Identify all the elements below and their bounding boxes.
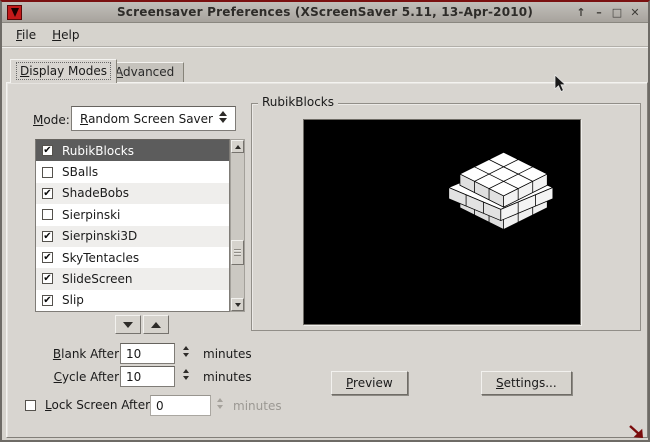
saver-list-scrollbar[interactable] (230, 139, 245, 312)
cycle-after-label: Cycle After (9, 370, 119, 384)
saver-list-item[interactable]: ✔ Slip (36, 290, 229, 311)
saver-name: ShadeBobs (62, 186, 129, 200)
saver-list-item[interactable]: Sierpinski (36, 204, 229, 225)
saver-checkbox[interactable]: ✔ (42, 188, 53, 199)
rubik-blocks-cube-graphic (442, 146, 554, 238)
saver-checkbox[interactable]: ✔ (42, 252, 53, 263)
saver-checkbox[interactable] (42, 167, 53, 178)
scroll-down-button[interactable] (231, 298, 244, 311)
lock-screen-checkbox[interactable] (25, 400, 36, 411)
blank-after-input[interactable]: 10 (120, 343, 175, 364)
saver-name: SkyTentacles (62, 251, 139, 265)
arrow-up-icon (235, 145, 241, 149)
display-modes-panel: Mode: Random Screen Saver ✔ RubikBlocks SB… (6, 82, 648, 438)
menu-help[interactable]: Help (44, 26, 87, 44)
saver-name: RubikBlocks (62, 144, 134, 158)
menu-file[interactable]: File (8, 26, 44, 44)
window-controls: ↑ – □ ✕ (572, 2, 644, 23)
mode-select[interactable]: Random Screen Saver (71, 106, 236, 131)
shade-window-button[interactable]: ↑ (572, 4, 590, 21)
saver-name: SlideScreen (62, 272, 133, 286)
saver-checkbox[interactable]: ✔ (42, 295, 53, 306)
preview-frame-title: RubikBlocks (258, 95, 338, 109)
minimize-window-button[interactable]: – (590, 4, 608, 21)
mode-label: Mode: (33, 113, 70, 127)
saver-list-item[interactable]: ✔ RubikBlocks (36, 140, 229, 161)
screensaver-preferences-window: Screensaver Preferences (XScreenSaver 5.… (0, 0, 650, 442)
mouse-cursor-icon (554, 74, 567, 93)
preview-frame: RubikBlocks (251, 103, 641, 331)
titlebar[interactable]: Screensaver Preferences (XScreenSaver 5.… (2, 2, 648, 23)
close-window-button[interactable]: ✕ (626, 4, 644, 21)
lock-after-spinner[interactable] (217, 398, 223, 409)
settings-button[interactable]: Settings... (481, 371, 572, 395)
saver-name: Slip (62, 293, 84, 307)
saver-list-item[interactable]: SBalls (36, 161, 229, 182)
move-item-up-button[interactable] (143, 315, 169, 334)
resize-grip-icon[interactable] (628, 424, 646, 440)
combo-arrows-icon (219, 111, 227, 123)
cycle-after-unit: minutes (203, 370, 252, 384)
menubar: File Help (2, 24, 648, 45)
tab-display-modes[interactable]: Display Modes (10, 59, 117, 83)
saver-list-item[interactable]: ✔ SkyTentacles (36, 247, 229, 268)
blank-after-label: Blank After (9, 347, 119, 361)
cycle-after-spinner[interactable] (183, 369, 189, 380)
blank-after-unit: minutes (203, 347, 252, 361)
scroll-up-button[interactable] (231, 140, 244, 153)
saver-checkbox[interactable]: ✔ (42, 145, 53, 156)
menubar-separator (2, 46, 648, 48)
lock-after-input[interactable]: 0 (150, 395, 211, 416)
saver-list-item[interactable]: ✔ SlideScreen (36, 268, 229, 289)
lock-after-unit: minutes (233, 399, 282, 413)
saver-name: SBalls (62, 165, 98, 179)
blank-after-spinner[interactable] (183, 346, 189, 357)
scrollbar-thumb[interactable] (231, 240, 244, 265)
arrow-down-icon (235, 303, 241, 307)
preview-screen (303, 119, 581, 325)
mode-selected-value: Random Screen Saver (80, 112, 213, 126)
arrow-down-icon (123, 322, 133, 328)
saver-name: Sierpinski3D (62, 229, 137, 243)
saver-checkbox[interactable]: ✔ (42, 273, 53, 284)
preview-button[interactable]: Preview (331, 371, 408, 395)
saver-list[interactable]: ✔ RubikBlocks SBalls ✔ ShadeBobs Sierpinski ✔ S… (35, 139, 230, 312)
move-item-down-button[interactable] (115, 315, 141, 334)
saver-checkbox[interactable] (42, 209, 53, 220)
xscreensaver-app-icon[interactable] (7, 5, 22, 20)
saver-list-item[interactable]: ✔ Sierpinski3D (36, 226, 229, 247)
saver-checkbox[interactable]: ✔ (42, 231, 53, 242)
cycle-after-input[interactable]: 10 (120, 366, 175, 387)
arrow-up-icon (151, 322, 161, 328)
maximize-window-button[interactable]: □ (608, 4, 626, 21)
window-title: Screensaver Preferences (XScreenSaver 5.… (2, 5, 648, 19)
lock-screen-label: Lock Screen After (45, 398, 150, 412)
saver-name: Sierpinski (62, 208, 120, 222)
saver-list-item[interactable]: ✔ ShadeBobs (36, 183, 229, 204)
